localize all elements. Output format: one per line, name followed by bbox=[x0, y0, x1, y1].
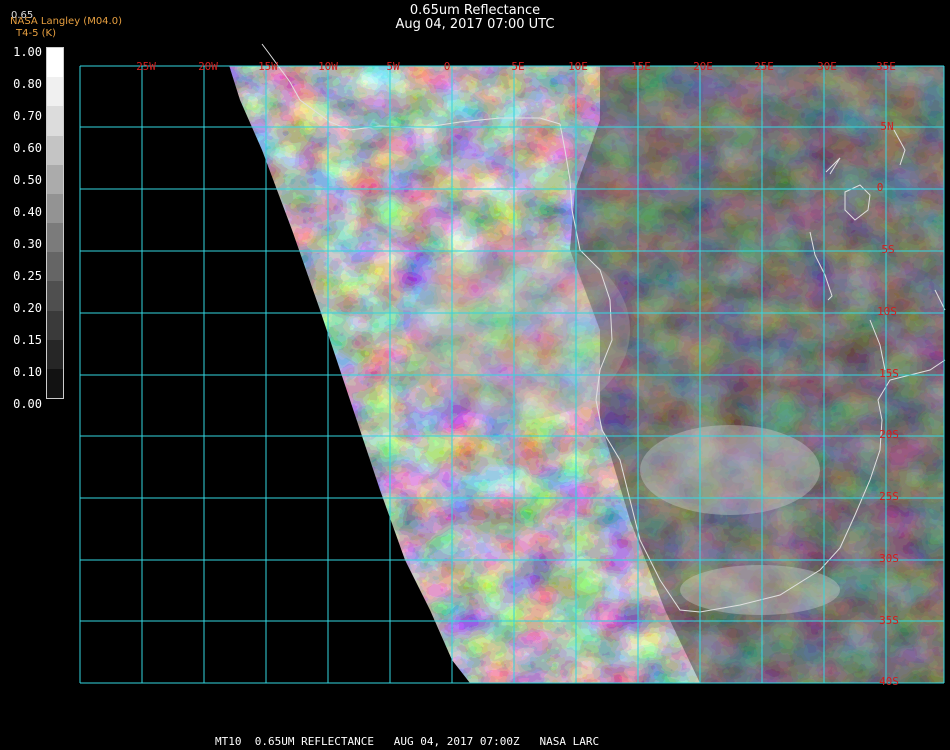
latitude-label: 0 bbox=[877, 181, 884, 194]
latitude-label: 30S bbox=[879, 552, 899, 565]
longitude-label: 5W bbox=[386, 60, 400, 73]
longitude-label: 20W bbox=[198, 60, 218, 73]
longitude-label: 35E bbox=[876, 60, 896, 73]
longitude-label: 5E bbox=[511, 60, 524, 73]
latitude-label: 5S bbox=[881, 243, 894, 256]
longitude-label: 15W bbox=[258, 60, 278, 73]
longitude-label: 20E bbox=[693, 60, 713, 73]
latitude-label: 15S bbox=[879, 367, 899, 380]
longitude-label: 25W bbox=[136, 60, 156, 73]
footer-caption: MT10 0.65UM REFLECTANCE AUG 04, 2017 07:… bbox=[215, 735, 600, 748]
longitude-label: 30E bbox=[817, 60, 837, 73]
latitude-label: 35S bbox=[879, 614, 899, 627]
longitude-label: 25E bbox=[754, 60, 774, 73]
imagery-layer bbox=[80, 66, 944, 683]
latitude-label: 10S bbox=[877, 305, 897, 318]
latitude-label: 25S bbox=[879, 490, 899, 503]
satellite-map: 25W 20W 15W 10W 5W 0 5E 10E 15E 20E 25E 30E 35E 5N 0 5… bbox=[79, 43, 946, 688]
latitude-label: 40S bbox=[879, 675, 899, 688]
longitude-label: 10W bbox=[318, 60, 338, 73]
longitude-label: 0 bbox=[444, 60, 451, 73]
longitude-label: 10E bbox=[568, 60, 588, 73]
latitude-label: 5N bbox=[880, 120, 893, 133]
latitude-label: 20S bbox=[879, 428, 899, 441]
longitude-label: 15E bbox=[631, 60, 651, 73]
